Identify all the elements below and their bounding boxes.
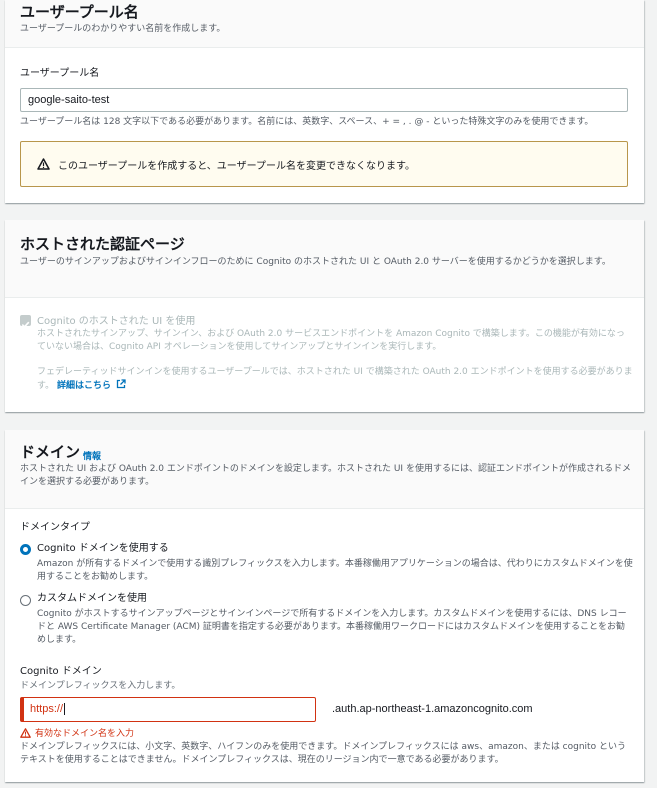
cognito-domain-label: Cognito ドメイン bbox=[20, 666, 102, 677]
hosted-ui-panel: ホストされた認証ページ ユーザーのサインアップおよびサインインフローのために C… bbox=[5, 220, 644, 412]
federated-note: フェデレーティッドサインインを使用するユーザープールでは、ホストされた UI で… bbox=[37, 366, 633, 393]
cognito-domain-radio[interactable] bbox=[20, 544, 31, 555]
panel-header: ドメイン 情報 ホストされた UI および OAuth 2.0 エンドポイントの… bbox=[5, 430, 644, 509]
domain-type-label: ドメインタイプ bbox=[20, 522, 90, 533]
federated-note-text: フェデレーティッドサインインを使用するユーザープールでは、ホストされた UI で… bbox=[37, 367, 633, 391]
warning-alert: このユーザープールを作成すると、ユーザープール名を変更できなくなります。 bbox=[20, 141, 628, 187]
cognito-domain-option-description: Amazon が所有するドメインで使用する識別プレフィックスを入力します。本番稼… bbox=[37, 559, 633, 582]
error-text: 有効なドメイン名を入力 bbox=[35, 729, 135, 739]
text-cursor bbox=[64, 703, 66, 716]
error-icon bbox=[20, 727, 31, 738]
domain-suffix: .auth.ap-northeast-1.amazoncognito.com bbox=[332, 703, 533, 715]
user-pool-name-label: ユーザープール名 bbox=[20, 68, 100, 79]
user-pool-name-panel: ユーザープール名 ユーザープールのわかりやすい名前を作成します。 ユーザープール… bbox=[5, 0, 644, 203]
user-pool-name-constraint: ユーザープール名は 128 文字以下である必要があります。名前には、英数字、スペ… bbox=[20, 117, 594, 127]
domain-prefix-input[interactable]: https:// bbox=[20, 697, 316, 722]
domain-prefix-constraint: ドメインプレフィックスには、小文字、英数字、ハイフンのみを使用できます。ドメイン… bbox=[20, 742, 626, 765]
domain-prefix-value: https:// bbox=[30, 703, 64, 715]
user-pool-name-input[interactable]: google-saito-test bbox=[20, 88, 628, 112]
checkmark-icon bbox=[21, 321, 30, 328]
section-description: ホストされた UI および OAuth 2.0 エンドポイントのドメインを設定し… bbox=[20, 464, 631, 487]
hosted-ui-checkbox-label: Cognito のホストされた UI を使用 bbox=[37, 316, 196, 327]
section-description: ユーザープールのわかりやすい名前を作成します。 bbox=[20, 24, 226, 34]
hosted-ui-checkbox-description: ホストされたサインアップ、サインイン、および OAuth 2.0 サービスエンド… bbox=[37, 329, 625, 352]
cognito-domain-option-label[interactable]: Cognito ドメインを使用する bbox=[37, 542, 169, 556]
custom-domain-option-label[interactable]: カスタムドメインを使用 bbox=[37, 592, 147, 606]
details-link[interactable]: 詳細はこちら bbox=[57, 381, 111, 391]
custom-domain-radio[interactable] bbox=[20, 595, 31, 606]
external-link-icon[interactable] bbox=[116, 379, 126, 389]
hosted-ui-checkbox[interactable] bbox=[20, 315, 31, 328]
section-title: ドメイン bbox=[20, 443, 81, 461]
info-link[interactable]: 情報 bbox=[83, 449, 101, 462]
warning-icon bbox=[37, 158, 50, 170]
panel-header: ホストされた認証ページ ユーザーのサインアップおよびサインインフローのために C… bbox=[5, 220, 644, 298]
cognito-domain-description: ドメインプレフィックスを入力します。 bbox=[20, 681, 181, 691]
panel-header: ユーザープール名 ユーザープールのわかりやすい名前を作成します。 bbox=[5, 0, 644, 48]
section-title: ユーザープール名 bbox=[20, 3, 139, 21]
custom-domain-option-description: Cognito がホストするサインアップページとサインインページで所有するドメイ… bbox=[37, 609, 627, 645]
error-message: 有効なドメイン名を入力 bbox=[20, 726, 134, 739]
warning-text: このユーザープールを作成すると、ユーザープール名を変更できなくなります。 bbox=[58, 160, 415, 172]
domain-panel: ドメイン 情報 ホストされた UI および OAuth 2.0 エンドポイントの… bbox=[5, 430, 644, 782]
section-title: ホストされた認証ページ bbox=[20, 235, 185, 253]
section-description: ユーザーのサインアップおよびサインインフローのために Cognito のホストさ… bbox=[20, 257, 611, 267]
